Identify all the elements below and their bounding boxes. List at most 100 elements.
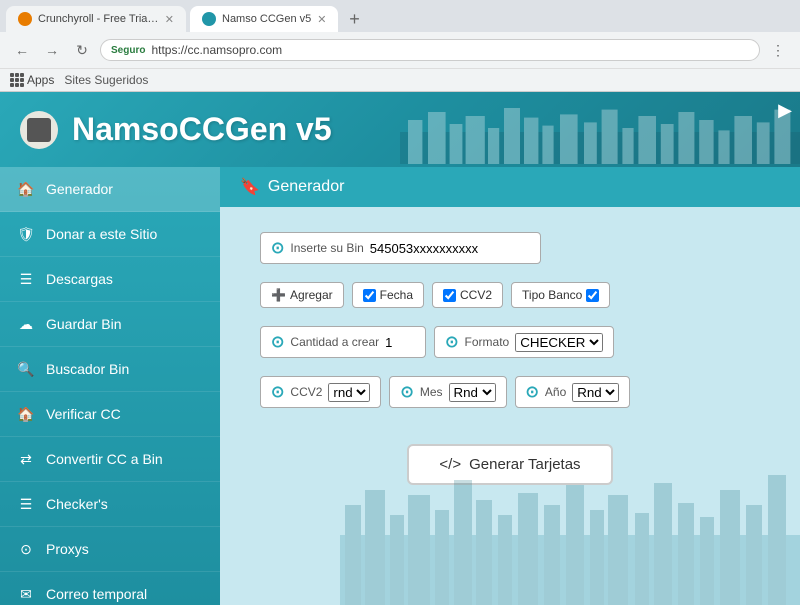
address-text: https://cc.namsopro.com [151, 43, 282, 57]
cantidad-input[interactable] [385, 335, 415, 350]
mail-icon: ✉ [16, 584, 36, 604]
bookmark-sites-sugeridos[interactable]: Sites Sugeridos [64, 73, 148, 87]
home-icon: 🏠 [16, 179, 36, 199]
ccv2-field-label: CCV2 [290, 385, 322, 399]
tipo-banco-label: Tipo Banco [522, 288, 582, 302]
sidebar-item-buscador[interactable]: 🔍 Buscador Bin [0, 347, 220, 392]
sidebar-label-checkers: Checker's [46, 496, 108, 512]
ccv2-mes-anio-row: ⊙ CCV2 rnd ⊙ Mes Rnd ⊙ [260, 376, 760, 408]
sidebar-label-convertir: Convertir CC a Bin [46, 451, 163, 467]
formato-icon: ⊙ [445, 332, 458, 352]
address-bar[interactable]: Seguro https://cc.namsopro.com [100, 39, 760, 61]
secure-badge: Seguro [111, 45, 145, 56]
panel-header: 🔖 Generador [220, 167, 800, 207]
cantidad-formato-row: ⊙ Cantidad a crear ⊙ Formato CHECKER PLA… [260, 326, 760, 358]
ccv2-field-icon: ⊙ [271, 382, 284, 402]
cantidad-group[interactable]: ⊙ Cantidad a crear [260, 326, 426, 358]
tab-namso[interactable]: Namso CCGen v5 ✕ [190, 6, 338, 32]
main-content: 🔖 Generador ⊙ Inserte su Bin ➕ [220, 167, 800, 605]
anio-field-group[interactable]: ⊙ Año Rnd [515, 376, 631, 408]
back-button[interactable]: ← [10, 38, 34, 62]
tab-crunchyroll[interactable]: Crunchyroll - Free Trial C... ✕ [6, 6, 186, 32]
generate-button[interactable]: </> Generar Tarjetas [407, 444, 612, 485]
generate-icon: </> [439, 456, 461, 473]
sidebar-label-correo: Correo temporal [46, 586, 147, 602]
formato-label: Formato [465, 335, 510, 349]
sidebar-item-donar[interactable]: 🛡 Donar a este Sitio [0, 212, 220, 257]
header-city-bg [400, 97, 800, 167]
fecha-checkbox[interactable] [363, 289, 376, 302]
checkboxes-row: ➕ Agregar Fecha CCV2 Tipo Banco [260, 282, 760, 308]
cloud-icon: ☁ [16, 314, 36, 334]
bin-icon: ⊙ [271, 238, 284, 258]
agregar-label: Agregar [290, 288, 333, 302]
form-area: ⊙ Inserte su Bin ➕ Agregar Fecha [220, 207, 800, 510]
tab-crunchyroll-label: Crunchyroll - Free Trial C... [38, 13, 159, 25]
cantidad-icon: ⊙ [271, 332, 284, 352]
sidebar-item-guardar[interactable]: ☁ Guardar Bin [0, 302, 220, 347]
convert-icon: ⇄ [16, 449, 36, 469]
sidebar-label-donar: Donar a este Sitio [46, 226, 157, 242]
menu-button[interactable]: ⋮ [766, 38, 790, 62]
ccv2-label: CCV2 [460, 288, 492, 302]
formato-select[interactable]: CHECKER PLAIN PIPE [515, 333, 603, 352]
refresh-button[interactable]: ↻ [70, 38, 94, 62]
mes-field-group[interactable]: ⊙ Mes Rnd [389, 376, 506, 408]
mes-label: Mes [420, 385, 443, 399]
sidebar-item-checkers[interactable]: ☰ Checker's [0, 482, 220, 527]
tipo-banco-checkbox[interactable] [586, 289, 599, 302]
app-body: 🏠 Generador 🛡 Donar a este Sitio ☰ Desca… [0, 167, 800, 605]
cantidad-label: Cantidad a crear [290, 335, 379, 349]
shield-icon: 🛡 [16, 224, 36, 244]
ccv2-checkbox[interactable] [443, 289, 456, 302]
favicon-crunchyroll [18, 12, 32, 26]
sidebar-item-proxys[interactable]: ⊙ Proxys [0, 527, 220, 572]
tab-bar: Crunchyroll - Free Trial C... ✕ Namso CC… [0, 0, 800, 32]
forward-button[interactable]: → [40, 38, 64, 62]
sidebar-label-guardar: Guardar Bin [46, 316, 121, 332]
verificar-icon: 🏠 [16, 404, 36, 424]
tab-namso-label: Namso CCGen v5 [222, 13, 311, 25]
mes-icon: ⊙ [400, 382, 413, 402]
anio-icon: ⊙ [526, 382, 539, 402]
sidebar-item-verificar[interactable]: 🏠 Verificar CC [0, 392, 220, 437]
ccv2-field-group[interactable]: ⊙ CCV2 rnd [260, 376, 381, 408]
plus-icon: ➕ [271, 288, 286, 302]
bin-row: ⊙ Inserte su Bin [260, 232, 760, 264]
apps-icon-container[interactable]: Apps [10, 73, 54, 87]
corner-icon[interactable]: ▶ [778, 100, 792, 121]
tipo-banco-checkbox-group[interactable]: Tipo Banco [511, 282, 610, 308]
ccv2-select[interactable]: rnd [328, 383, 370, 402]
new-tab-button[interactable]: + [342, 7, 366, 31]
tab-namso-close[interactable]: ✕ [317, 13, 326, 26]
formato-group[interactable]: ⊙ Formato CHECKER PLAIN PIPE [434, 326, 614, 358]
app-header: NamsoCCGen v5 ▶ [0, 92, 800, 167]
sidebar-item-correo[interactable]: ✉ Correo temporal [0, 572, 220, 605]
app-wrapper: NamsoCCGen v5 ▶ [0, 92, 800, 605]
favicon-namso [202, 12, 216, 26]
bin-input-group[interactable]: ⊙ Inserte su Bin [260, 232, 541, 264]
fecha-label: Fecha [380, 288, 413, 302]
ccv2-checkbox-group[interactable]: CCV2 [432, 282, 503, 308]
bookmark-icon: 🔖 [240, 177, 260, 197]
agregar-group: ➕ Agregar [260, 282, 344, 308]
sidebar-label-proxys: Proxys [46, 541, 89, 557]
sidebar: 🏠 Generador 🛡 Donar a este Sitio ☰ Desca… [0, 167, 220, 605]
panel-title: Generador [268, 178, 345, 196]
anio-select[interactable]: Rnd [572, 383, 619, 402]
anio-label: Año [545, 385, 566, 399]
list-icon: ☰ [16, 269, 36, 289]
bin-input[interactable] [370, 241, 530, 256]
tab-crunchyroll-close[interactable]: ✕ [165, 13, 174, 26]
bookmarks-bar: Apps Sites Sugeridos [0, 69, 800, 91]
generate-label: Generar Tarjetas [469, 456, 580, 473]
checker-icon: ☰ [16, 494, 36, 514]
sidebar-item-generador[interactable]: 🏠 Generador [0, 167, 220, 212]
mes-select[interactable]: Rnd [449, 383, 496, 402]
fecha-checkbox-group[interactable]: Fecha [352, 282, 424, 308]
sidebar-item-convertir[interactable]: ⇄ Convertir CC a Bin [0, 437, 220, 482]
app-logo [20, 111, 58, 149]
search-icon: 🔍 [16, 359, 36, 379]
browser-chrome: Crunchyroll - Free Trial C... ✕ Namso CC… [0, 0, 800, 92]
sidebar-item-descargas[interactable]: ☰ Descargas [0, 257, 220, 302]
